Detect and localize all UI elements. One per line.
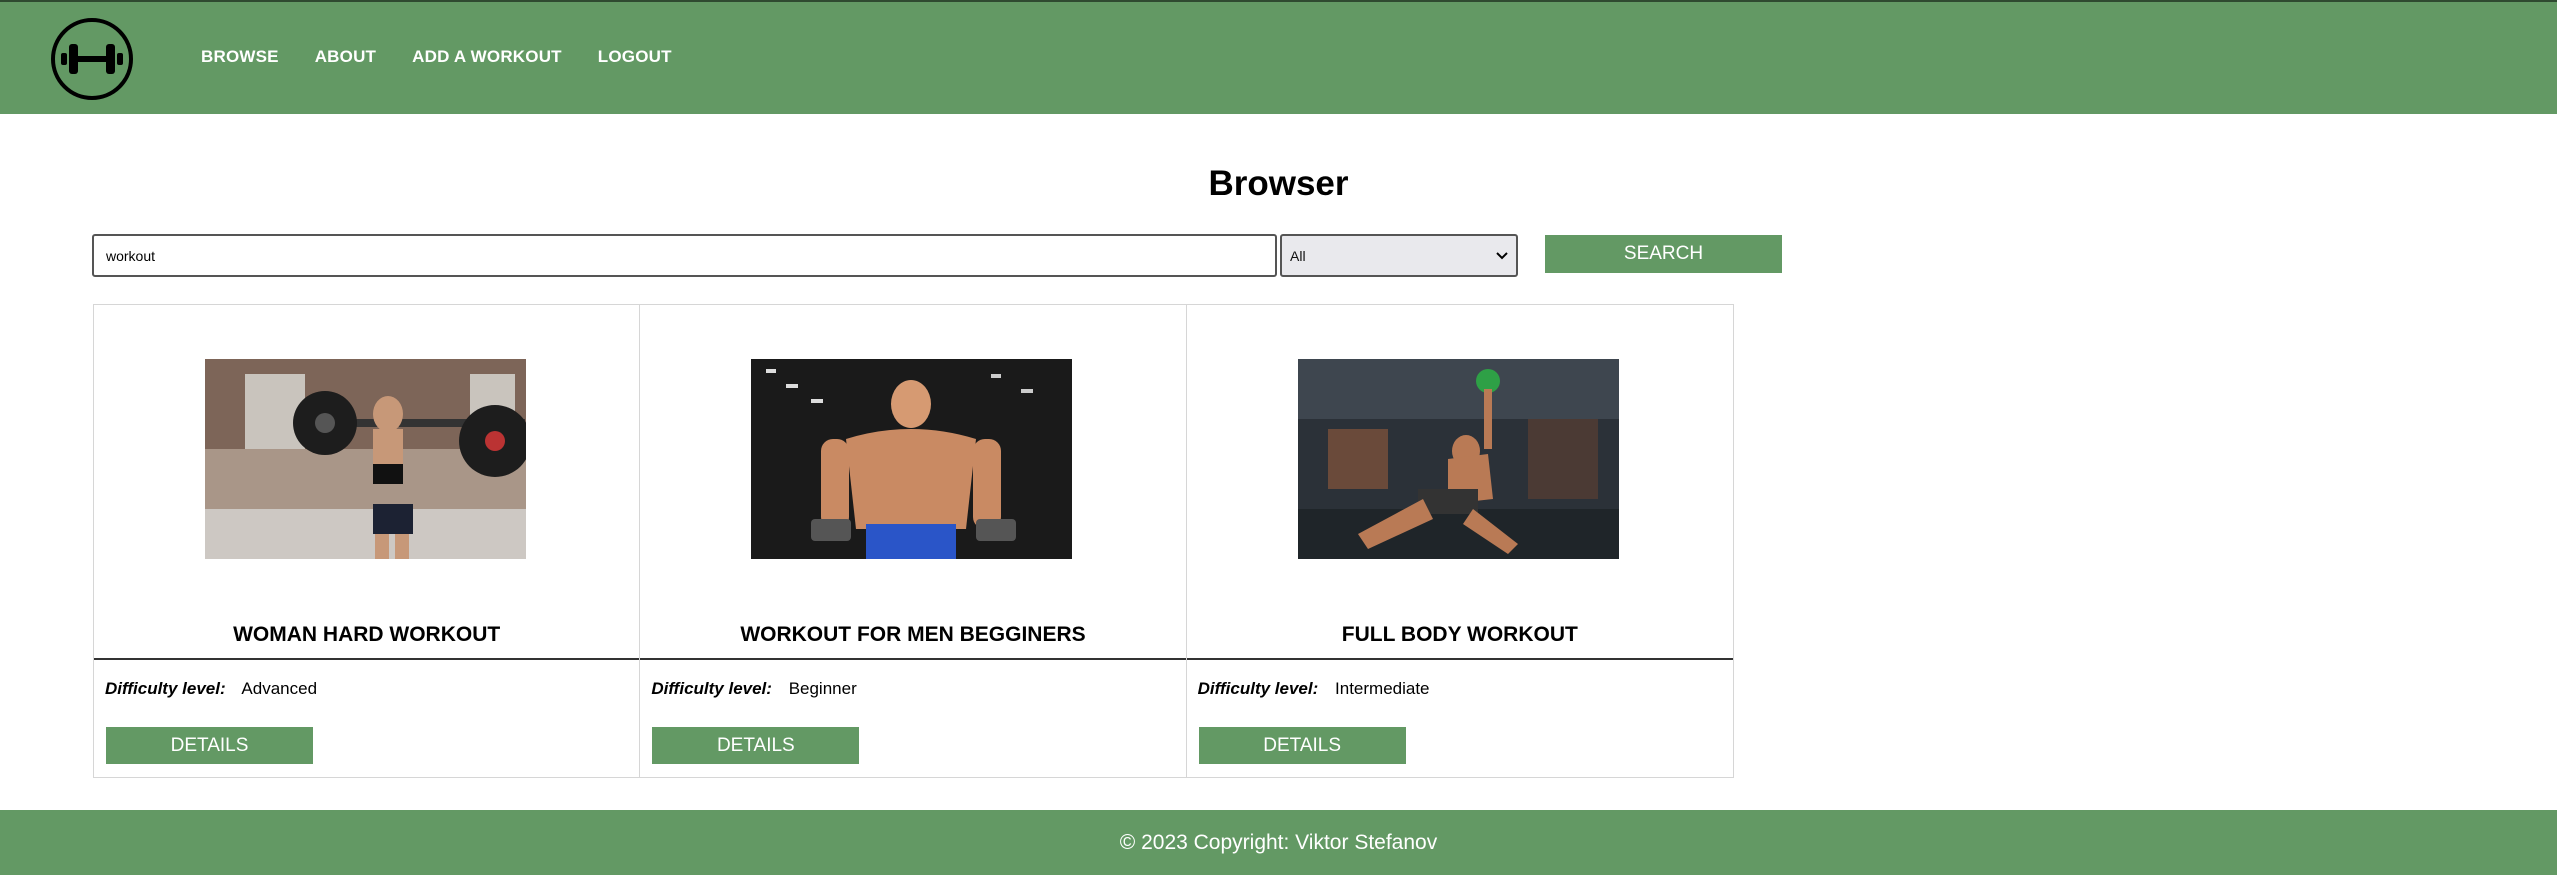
difficulty-value: Intermediate bbox=[1335, 679, 1430, 698]
page-title: Browser bbox=[1208, 164, 1349, 203]
card-divider bbox=[94, 658, 640, 660]
filter-selected-value: All bbox=[1290, 247, 1306, 264]
difficulty-label: Difficulty level: bbox=[105, 679, 226, 698]
workout-title: WOMAN HARD WORKOUT bbox=[233, 623, 501, 646]
nav-browse[interactable]: BROWSE bbox=[201, 47, 279, 67]
workout-image bbox=[205, 359, 526, 559]
details-button[interactable]: DETAILS bbox=[1198, 727, 1406, 764]
workout-cards: WOMAN HARD WORKOUT Difficulty level: Adv… bbox=[93, 304, 1734, 778]
dumbbell-icon bbox=[61, 44, 123, 74]
nav-about[interactable]: ABOUT bbox=[315, 47, 376, 67]
difficulty-label: Difficulty level: bbox=[651, 679, 772, 698]
chevron-down-icon bbox=[1496, 251, 1508, 259]
logo[interactable] bbox=[51, 18, 133, 100]
copyright-text: © 2023 Copyright: Viktor Stefanov bbox=[1119, 830, 1438, 854]
difficulty-value: Advanced bbox=[241, 679, 318, 698]
top-navbar: BROWSE ABOUT ADD A WORKOUT LOGOUT bbox=[0, 0, 2557, 114]
workout-title: FULL BODY WORKOUT bbox=[1341, 623, 1578, 646]
nav-logout[interactable]: LOGOUT bbox=[598, 47, 672, 67]
difficulty-row: Difficulty level: Beginner bbox=[651, 679, 856, 699]
search-input[interactable] bbox=[92, 234, 1277, 277]
nav-add-workout[interactable]: ADD A WORKOUT bbox=[412, 47, 562, 67]
footer: © 2023 Copyright: Viktor Stefanov bbox=[0, 810, 2557, 875]
workout-card: WOMAN HARD WORKOUT Difficulty level: Adv… bbox=[94, 305, 641, 777]
workout-card: WORKOUT FOR MEN BEGGINERS Difficulty lev… bbox=[640, 305, 1187, 777]
card-divider bbox=[640, 658, 1186, 660]
difficulty-value: Beginner bbox=[788, 679, 857, 698]
details-button[interactable]: DETAILS bbox=[652, 727, 860, 764]
workout-title: WORKOUT FOR MEN BEGGINERS bbox=[740, 623, 1086, 646]
difficulty-filter-select[interactable]: All bbox=[1280, 234, 1518, 277]
difficulty-row: Difficulty level: Intermediate bbox=[1198, 679, 1430, 699]
workout-image bbox=[1297, 359, 1619, 559]
difficulty-row: Difficulty level: Advanced bbox=[105, 679, 317, 699]
search-button[interactable]: SEARCH bbox=[1545, 235, 1782, 273]
main-nav: BROWSE ABOUT ADD A WORKOUT LOGOUT bbox=[201, 47, 708, 67]
difficulty-label: Difficulty level: bbox=[1197, 679, 1319, 698]
workout-image bbox=[751, 359, 1073, 559]
card-divider bbox=[1186, 658, 1733, 660]
workout-card: FULL BODY WORKOUT Difficulty level: Inte… bbox=[1186, 305, 1733, 777]
details-button[interactable]: DETAILS bbox=[106, 727, 313, 764]
